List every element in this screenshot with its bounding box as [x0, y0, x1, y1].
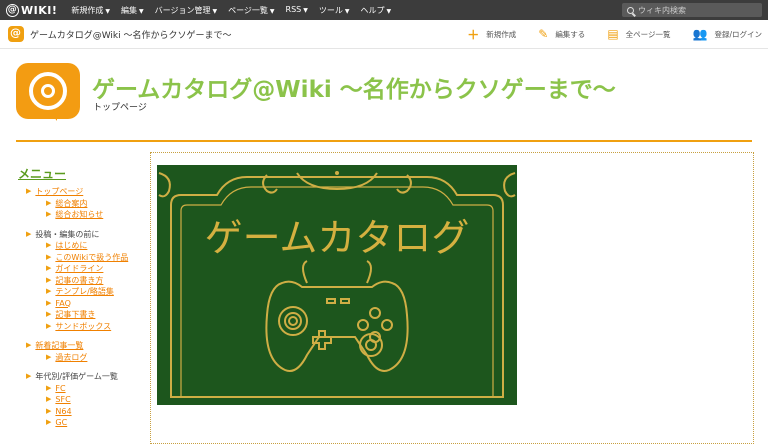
- bullet-icon: ▶: [46, 241, 52, 249]
- sidebar-menu: ▶ トップページ ▶ 総合案内 ▶ 総合お知らせ ▶ 投稿・編集の前に ▶ はじめに ▶ こ…: [26, 186, 128, 429]
- menu-top-page[interactable]: ▶ トップページ: [26, 186, 128, 198]
- menu-item[interactable]: ▶ 記事下書き: [26, 309, 128, 321]
- menu-item[interactable]: ▶ ガイドライン: [26, 263, 128, 275]
- bullet-icon: ▶: [26, 187, 32, 195]
- all-pages-button[interactable]: ▤ 全ページ一覧: [607, 27, 670, 41]
- bullet-icon: ▶: [46, 418, 52, 426]
- site-name[interactable]: ゲームカタログ@Wiki ～名作からクソゲーまで～: [30, 28, 232, 41]
- nav-new[interactable]: 新規作成 ▼: [71, 5, 110, 16]
- bullet-icon: ▶: [46, 287, 52, 295]
- pages-icon: ▤: [607, 27, 619, 41]
- caret-down-icon: ▼: [212, 7, 218, 15]
- menu-section-before-posting: ▶ 投稿・編集の前に: [26, 229, 100, 239]
- wiki-logo[interactable]: @ WIKI!: [6, 3, 58, 17]
- nav-help[interactable]: ヘルプ ▼: [361, 5, 392, 16]
- bullet-icon: ▶: [46, 210, 52, 218]
- caret-down-icon: ▼: [138, 7, 144, 15]
- nav-version[interactable]: バージョン管理 ▼: [155, 5, 217, 16]
- search-input[interactable]: [638, 5, 748, 15]
- login-button[interactable]: 👥 登録/ログイン: [693, 27, 762, 41]
- menu-item[interactable]: ▶ はじめに: [26, 240, 128, 252]
- bullet-icon: ▶: [46, 275, 52, 284]
- bullet-icon: ▶: [26, 372, 32, 380]
- nav-rss[interactable]: RSS ▼: [286, 5, 308, 16]
- menu-item[interactable]: ▶ N64: [26, 406, 128, 418]
- page-title[interactable]: ゲームカタログ@Wiki ～名作からクソゲーまで～: [92, 70, 616, 104]
- bullet-icon: ▶: [46, 321, 52, 330]
- bullet-icon: ▶: [46, 395, 52, 403]
- nav-pages[interactable]: ページ一覧 ▼: [228, 5, 274, 16]
- bullet-icon: ▶: [46, 406, 52, 415]
- bullet-icon: ▶: [46, 310, 52, 318]
- banner-image: ゲームカタログ: [157, 165, 517, 405]
- caret-down-icon: ▼: [269, 7, 275, 15]
- search-box: [622, 3, 762, 17]
- pencil-icon: ✎: [538, 27, 549, 41]
- menu-item[interactable]: ▶ FAQ: [26, 298, 128, 310]
- site-logo-icon[interactable]: [8, 26, 24, 42]
- bullet-icon: ▶: [46, 264, 52, 272]
- caret-down-icon: ▼: [303, 6, 308, 14]
- sub-bar: ゲームカタログ@Wiki ～名作からクソゲーまで～ ＋新規作成 ✎編集する ▤全…: [0, 20, 768, 49]
- bullet-icon: ▶: [46, 383, 52, 392]
- caret-down-icon: ▼: [105, 7, 110, 15]
- plus-icon: ＋: [467, 27, 480, 42]
- edit-button[interactable]: ✎ 編集する: [538, 27, 585, 41]
- menu-item[interactable]: ▶ テンプレ/略語集: [26, 286, 128, 298]
- action-bar: ＋新規作成 ✎ 編集する ▤ 全ページ一覧 👥 登録/ログイン: [445, 20, 762, 48]
- caret-down-icon: ▼: [344, 7, 350, 15]
- bullet-icon: ▶: [46, 298, 52, 307]
- nav-tools[interactable]: ツール ▼: [319, 5, 350, 16]
- new-page-button[interactable]: ＋新規作成: [467, 26, 516, 43]
- nav-edit[interactable]: 編集 ▼: [121, 5, 144, 16]
- menu-item[interactable]: ▶ 総合案内: [26, 198, 128, 210]
- menu-item[interactable]: ▶ FC: [26, 383, 128, 395]
- menu-item[interactable]: ▶ サンドボックス: [26, 321, 128, 333]
- menu-item[interactable]: ▶ GC: [26, 417, 128, 429]
- menu-item[interactable]: ▶ 過去ログ: [26, 352, 128, 364]
- breadcrumb: トップページ: [93, 103, 147, 113]
- bullet-icon: ▶: [46, 352, 52, 361]
- menu-item[interactable]: ▶ このWikiで扱う作品: [26, 252, 128, 264]
- caret-down-icon: ▼: [386, 7, 392, 15]
- bullet-icon: ▶: [46, 252, 52, 261]
- menu-item[interactable]: ▶ 記事の書き方: [26, 275, 128, 287]
- wiki-logo-text: WIKI!: [21, 3, 58, 17]
- menu-title: メニュー: [18, 167, 67, 181]
- at-icon: @: [6, 3, 19, 17]
- search-icon[interactable]: [627, 6, 634, 14]
- menu-item[interactable]: ▶ 総合お知らせ: [26, 209, 128, 221]
- bullet-icon: ▶: [26, 229, 32, 238]
- banner-title: ゲームカタログ: [205, 216, 470, 260]
- top-nav: 新規作成 ▼ 編集 ▼ バージョン管理 ▼ ページ一覧 ▼ RSS ▼ ツール ▼ ヘルプ ▼: [71, 5, 402, 16]
- menu-section-by-year: ▶ 年代別/評価ゲーム一覧: [26, 372, 118, 381]
- bullet-icon: ▶: [46, 198, 52, 207]
- bullet-icon: ▶: [26, 341, 32, 349]
- header-divider: [16, 140, 752, 142]
- menu-item[interactable]: ▶ SFC: [26, 394, 128, 406]
- user-add-icon: 👥: [692, 27, 708, 41]
- menu-new-articles[interactable]: ▶ 新着記事一覧: [26, 340, 128, 352]
- wiki-logo-icon[interactable]: [16, 63, 80, 121]
- top-bar: @ WIKI! 新規作成 ▼ 編集 ▼ バージョン管理 ▼ ページ一覧 ▼ RSS ▼ ツ…: [0, 0, 768, 20]
